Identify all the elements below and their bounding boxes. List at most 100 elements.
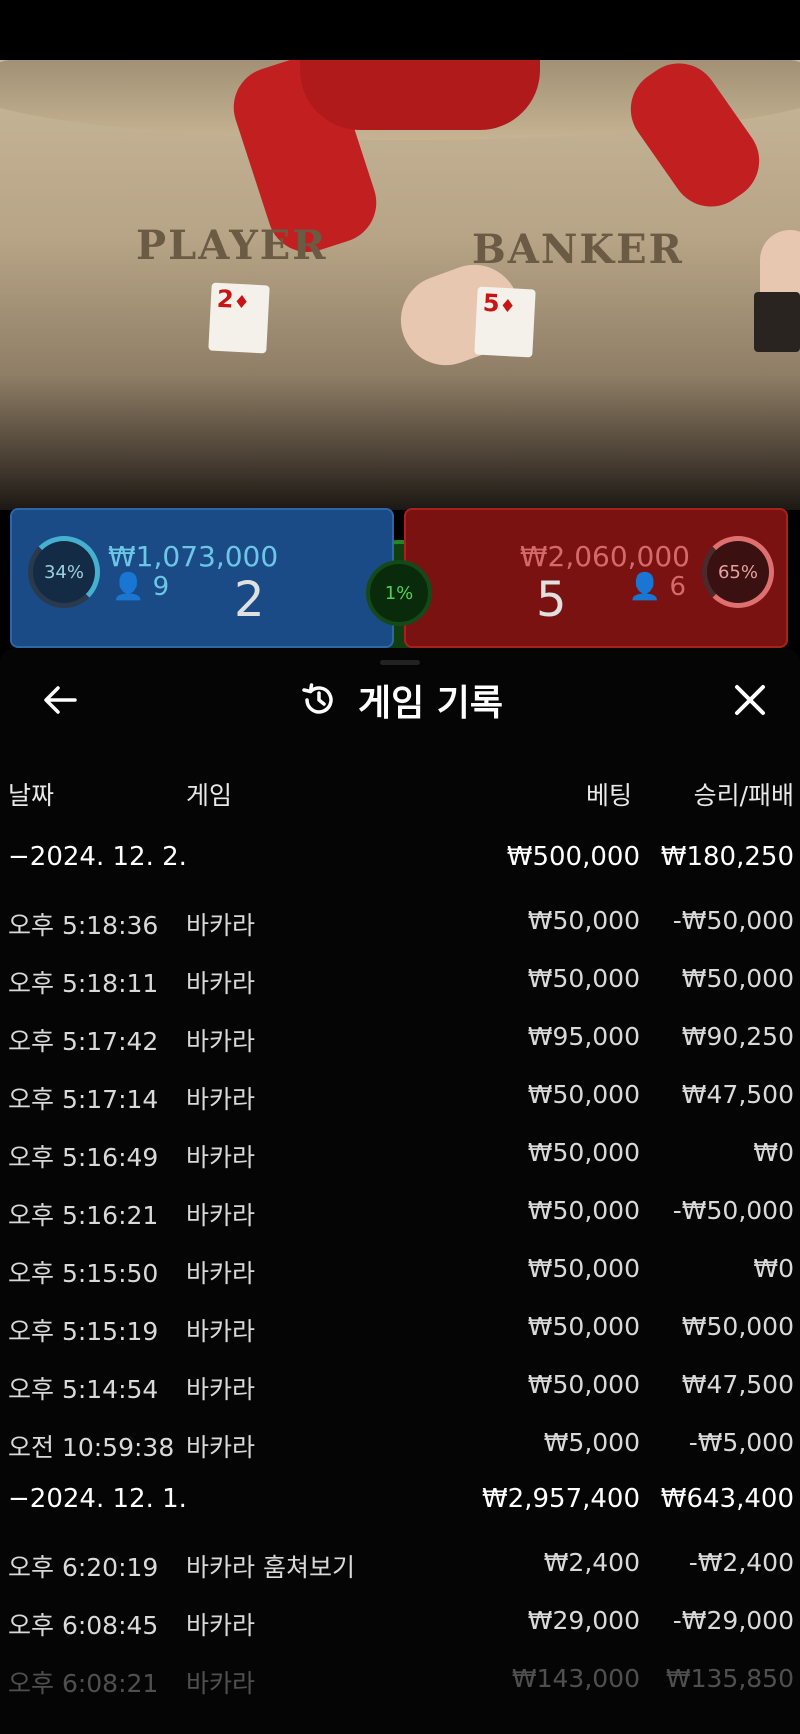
history-list: −2024. 12. 2. ₩500,000 ₩180,250 오후 5:18:… xyxy=(0,834,800,1712)
row-game: 바카라 xyxy=(186,1669,256,1698)
row-game: 바카라 xyxy=(186,1201,256,1230)
close-button[interactable] xyxy=(726,676,774,724)
history-row[interactable]: 오후 5:15:19 바카라 ₩50,000 ₩50,000 xyxy=(0,1302,800,1360)
row-result: -₩50,000 xyxy=(672,1196,794,1225)
banker-percent: 65% xyxy=(717,561,758,583)
row-game: 바카라 xyxy=(186,1433,256,1462)
dealer xyxy=(300,60,540,130)
row-time: 오후 5:18:11 xyxy=(8,969,159,998)
history-row[interactable]: 오후 5:17:42 바카라 ₩95,000 ₩90,250 xyxy=(0,1012,800,1070)
group-bet-total: ₩500,000 xyxy=(506,842,640,872)
player-felt-label: PLAYER xyxy=(136,222,328,269)
user-icon: 👤 xyxy=(628,572,662,602)
banker-count: 👤 6 xyxy=(629,572,686,602)
sheet-title-wrap: 게임 기록 xyxy=(300,676,503,724)
row-bet: ₩95,000 xyxy=(527,1022,640,1051)
row-game: 바카라 xyxy=(186,1259,256,1288)
tie-percent-ring: 1% xyxy=(366,560,432,626)
history-row[interactable]: 오후 5:14:54 바카라 ₩50,000 ₩47,500 xyxy=(0,1360,800,1418)
row-game: 바카라 xyxy=(186,911,256,940)
row-result: -₩5,000 xyxy=(688,1428,794,1457)
row-time: 오후 5:16:21 xyxy=(8,1201,159,1230)
banker-bet-spot[interactable]: ₩2,060,000 👤 6 5 65% xyxy=(404,508,788,648)
date-group-header[interactable]: −2024. 12. 2. ₩500,000 ₩180,250 xyxy=(0,834,800,896)
row-game: 바카라 xyxy=(186,1611,256,1640)
date-group-header[interactable]: −2024. 12. 1. ₩2,957,400 ₩643,400 xyxy=(0,1476,800,1538)
history-row[interactable]: 오후 6:08:21 바카라 ₩143,000 ₩135,850 xyxy=(0,1654,800,1712)
card-shoe xyxy=(754,292,800,352)
row-time: 오후 5:14:54 xyxy=(8,1375,159,1404)
history-row[interactable]: 오후 5:18:36 바카라 ₩50,000 -₩50,000 xyxy=(0,896,800,954)
banker-percent-ring: 65% xyxy=(702,536,774,608)
player-bet-spot[interactable]: 34% ₩1,073,000 👤 9 2 xyxy=(10,508,394,648)
diamond-icon: ♦ xyxy=(232,291,251,314)
live-video: PLAYER BANKER 2♦ 5♦ xyxy=(0,60,800,510)
row-bet: ₩50,000 xyxy=(527,1196,640,1225)
banker-score: 5 xyxy=(536,572,567,628)
row-time: 오후 6:08:45 xyxy=(8,1611,159,1640)
group-result-total: ₩180,250 xyxy=(660,842,794,872)
row-time: 오전 10:59:38 xyxy=(8,1433,175,1462)
game-history-sheet: 게임 기록 날짜 게임 베팅 승리/패배 −2024. 12. 2. ₩500,… xyxy=(0,648,800,1734)
row-time: 오후 5:18:36 xyxy=(8,911,159,940)
player-card-rank: 2 xyxy=(216,284,235,314)
row-result: ₩90,250 xyxy=(681,1022,794,1051)
group-date: −2024. 12. 1. xyxy=(8,1484,187,1514)
history-icon xyxy=(302,683,333,714)
row-bet: ₩50,000 xyxy=(527,1080,640,1109)
column-game: 게임 xyxy=(186,781,233,810)
row-bet: ₩50,000 xyxy=(527,906,640,935)
group-bet-total: ₩2,957,400 xyxy=(481,1484,640,1514)
column-headers: 날짜 게임 베팅 승리/패배 xyxy=(0,776,800,816)
column-date: 날짜 xyxy=(8,781,55,810)
group-date: −2024. 12. 2. xyxy=(8,842,187,872)
row-game: 바카라 훔쳐보기 xyxy=(186,1553,355,1582)
top-bar xyxy=(0,0,800,60)
row-result: ₩50,000 xyxy=(681,964,794,993)
close-icon xyxy=(735,685,765,715)
row-result: -₩2,400 xyxy=(688,1548,794,1577)
row-time: 오후 5:15:50 xyxy=(8,1259,159,1288)
row-time: 오후 6:20:19 xyxy=(8,1553,159,1582)
player-card: 2♦ xyxy=(208,282,270,354)
row-bet: ₩2,400 xyxy=(543,1548,640,1577)
history-row[interactable]: 오전 10:59:38 바카라 ₩5,000 -₩5,000 xyxy=(0,1418,800,1476)
back-button[interactable] xyxy=(36,676,84,724)
sheet-header: 게임 기록 xyxy=(0,668,800,732)
column-result: 승리/패배 xyxy=(693,781,794,810)
banker-count-value: 6 xyxy=(669,572,686,602)
banker-card: 5♦ xyxy=(474,286,536,358)
group-result-total: ₩643,400 xyxy=(660,1484,794,1514)
history-row[interactable]: 오후 6:08:45 바카라 ₩29,000 -₩29,000 xyxy=(0,1596,800,1654)
row-result: -₩50,000 xyxy=(672,906,794,935)
history-row[interactable]: 오후 5:17:14 바카라 ₩50,000 ₩47,500 xyxy=(0,1070,800,1128)
sheet-title: 게임 기록 xyxy=(358,683,504,724)
row-time: 오후 5:17:42 xyxy=(8,1027,159,1056)
banker-bet-amount: ₩2,060,000 xyxy=(519,540,690,573)
column-bet: 베팅 xyxy=(585,781,632,810)
history-row[interactable]: 오후 5:16:21 바카라 ₩50,000 -₩50,000 xyxy=(0,1186,800,1244)
row-game: 바카라 xyxy=(186,1085,256,1114)
sheet-handle[interactable] xyxy=(380,660,420,665)
row-bet: ₩50,000 xyxy=(527,964,640,993)
row-game: 바카라 xyxy=(186,969,256,998)
history-row[interactable]: 오후 5:15:50 바카라 ₩50,000 ₩0 xyxy=(0,1244,800,1302)
history-row[interactable]: 오후 6:20:19 바카라 훔쳐보기 ₩2,400 -₩2,400 xyxy=(0,1538,800,1596)
player-percent: 34% xyxy=(43,561,84,583)
row-time: 오후 5:17:14 xyxy=(8,1085,159,1114)
history-row[interactable]: 오후 5:18:11 바카라 ₩50,000 ₩50,000 xyxy=(0,954,800,1012)
row-result: -₩29,000 xyxy=(672,1606,794,1635)
banker-felt-label: BANKER xyxy=(472,226,684,273)
row-game: 바카라 xyxy=(186,1375,256,1404)
row-result: ₩50,000 xyxy=(681,1312,794,1341)
row-result: ₩0 xyxy=(753,1138,794,1167)
row-result: ₩47,500 xyxy=(681,1370,794,1399)
row-bet: ₩5,000 xyxy=(543,1428,640,1457)
history-row[interactable]: 오후 5:16:49 바카라 ₩50,000 ₩0 xyxy=(0,1128,800,1186)
row-bet: ₩29,000 xyxy=(527,1606,640,1635)
row-game: 바카라 xyxy=(186,1317,256,1346)
arrow-left-icon xyxy=(44,686,77,714)
diamond-icon: ♦ xyxy=(498,295,517,318)
row-bet: ₩50,000 xyxy=(527,1254,640,1283)
row-bet: ₩143,000 xyxy=(511,1664,640,1693)
